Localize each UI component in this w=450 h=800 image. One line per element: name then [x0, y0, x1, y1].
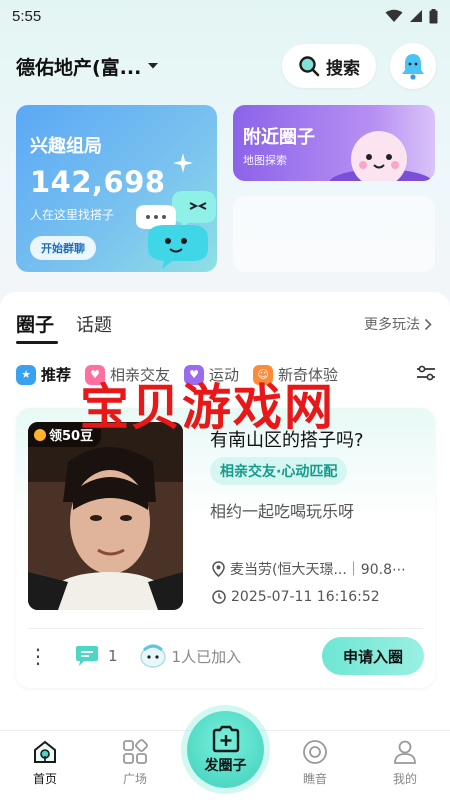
- search-icon: [299, 56, 320, 77]
- clock-icon: [212, 590, 226, 604]
- nav-voice[interactable]: 瞧音: [280, 739, 350, 787]
- nav-square[interactable]: 广场: [100, 739, 170, 787]
- category-chips: ★ 推荐 ♥ 相亲交友 ♥ 运动 ☺ 新奇体验: [16, 364, 436, 385]
- chip-label: 运动: [209, 366, 240, 384]
- more-options-icon[interactable]: ⋮: [28, 644, 48, 668]
- chip-recommend[interactable]: ★ 推荐: [16, 364, 71, 385]
- status-bar: 5:55: [0, 0, 450, 32]
- post-tag: 相亲交友·心动匹配: [210, 457, 348, 485]
- sparkle-icon: [173, 153, 193, 173]
- nav-voice-label: 瞧音: [302, 772, 327, 786]
- star-icon: ★: [16, 364, 36, 385]
- post-divider: [28, 628, 423, 629]
- chip-dating[interactable]: ♥ 相亲交友: [85, 364, 170, 385]
- wifi-icon: [385, 9, 403, 22]
- mascot-illustration: [329, 131, 433, 181]
- comment-icon: [76, 646, 98, 666]
- empty-card-placeholder: [233, 196, 435, 272]
- caret-down-icon: [148, 63, 159, 69]
- notification-button[interactable]: [390, 43, 436, 89]
- chevron-right-icon: [424, 318, 432, 330]
- more-play-label: 更多玩法: [364, 317, 420, 333]
- nearby-card-subtitle: 地图探索: [243, 154, 287, 167]
- chip-label: 新奇体验: [278, 366, 339, 384]
- nearby-circles-card[interactable]: 附近圈子 地图探索: [233, 105, 435, 181]
- bean-reward-badge: 领50豆: [28, 422, 102, 447]
- main-panel: 圈子 话题 更多玩法 ★ 推荐 ♥ 相亲交友 ♥ 运动 ☺ 新奇体验 领50豆 …: [0, 292, 450, 732]
- status-time: 5:55: [12, 7, 42, 25]
- nav-square-label: 广场: [122, 772, 147, 786]
- nav-home-label: 首页: [32, 772, 57, 786]
- status-icons: [385, 8, 438, 24]
- content-tabs: 圈子 话题: [16, 310, 112, 344]
- location-selector[interactable]: 德佑地产(富...: [16, 53, 282, 80]
- camera-plus-icon: [212, 725, 239, 752]
- apply-join-button[interactable]: 申请入圈: [322, 637, 424, 675]
- comment-count-text: 1: [108, 647, 118, 665]
- start-group-chat-button[interactable]: 开始群聊: [30, 236, 96, 260]
- heart-sport-icon: ♥: [184, 364, 205, 385]
- bean-badge-label: 领50豆: [49, 429, 94, 444]
- chip-label: 相亲交友: [110, 366, 171, 384]
- chip-sports[interactable]: ♥ 运动: [184, 364, 239, 385]
- home-icon: [34, 740, 56, 763]
- filter-icon[interactable]: [416, 364, 436, 382]
- heart-icon: ♥: [85, 364, 106, 385]
- nav-mine-label: 我的: [392, 772, 417, 786]
- publish-circle-label: 发圈子: [204, 757, 247, 774]
- comment-count[interactable]: 1: [74, 645, 118, 667]
- interest-group-card[interactable]: 兴趣组局 142,698 人在这里找搭子 开始群聊: [16, 105, 217, 272]
- chat-bubbles-illustration: [136, 191, 216, 269]
- post-location-text: 麦当劳(恒大天璟...｜90.8⋯: [230, 562, 406, 578]
- post-time: 2025-07-11 16:16:52: [212, 589, 380, 605]
- interest-card-title: 兴趣组局: [30, 136, 102, 157]
- post-time-text: 2025-07-11 16:16:52: [231, 589, 380, 605]
- user-icon: [394, 740, 416, 764]
- bell-icon: [402, 54, 424, 80]
- search-button[interactable]: 搜索: [282, 44, 376, 88]
- interest-card-subtitle: 人在这里找搭子: [30, 208, 115, 222]
- tab-circles[interactable]: 圈子: [16, 310, 59, 344]
- post-footer: ⋮ 1 1人已加入 申请入圈: [28, 636, 428, 676]
- chip-label: 推荐: [41, 366, 72, 384]
- post-description: 相约一起吃喝玩乐呀: [210, 502, 355, 521]
- search-label: 搜索: [326, 58, 360, 79]
- grid-icon: [123, 739, 148, 764]
- face-icon: ☺: [253, 364, 274, 385]
- tab-topics[interactable]: 话题: [76, 311, 112, 337]
- joined-count: 1人已加入: [139, 644, 242, 668]
- publish-circle-button[interactable]: 发圈子: [187, 711, 264, 788]
- chip-novel-experience[interactable]: ☺ 新奇体验: [253, 364, 338, 385]
- post-title: 有南山区的搭子吗?: [210, 430, 364, 451]
- battery-icon: [429, 8, 438, 23]
- post-card[interactable]: 领50豆 有南山区的搭子吗? 相亲交友·心动匹配 相约一起吃喝玩乐呀 麦当劳(恒…: [16, 408, 435, 688]
- nav-home[interactable]: 首页: [10, 739, 80, 787]
- bottom-nav: 首页 广场 发圈子 瞧音 我的: [0, 711, 450, 800]
- joined-count-text: 1人已加入: [171, 647, 242, 666]
- nearby-card-title: 附近圈子: [243, 127, 315, 148]
- signal-icon: [410, 10, 422, 22]
- post-photo[interactable]: 领50豆: [28, 422, 183, 610]
- coin-icon: [34, 428, 46, 441]
- record-icon: [303, 740, 327, 764]
- location-label: 德佑地产(富...: [16, 56, 142, 79]
- portrait-image: [28, 422, 183, 610]
- nav-mine[interactable]: 我的: [370, 739, 440, 787]
- header: 德佑地产(富... 搜索: [0, 42, 450, 90]
- more-play-link[interactable]: 更多玩法: [364, 314, 432, 334]
- member-avatar-icon: [139, 644, 166, 668]
- location-pin-icon: [212, 561, 225, 577]
- post-location: 麦当劳(恒大天璟...｜90.8⋯: [212, 559, 406, 579]
